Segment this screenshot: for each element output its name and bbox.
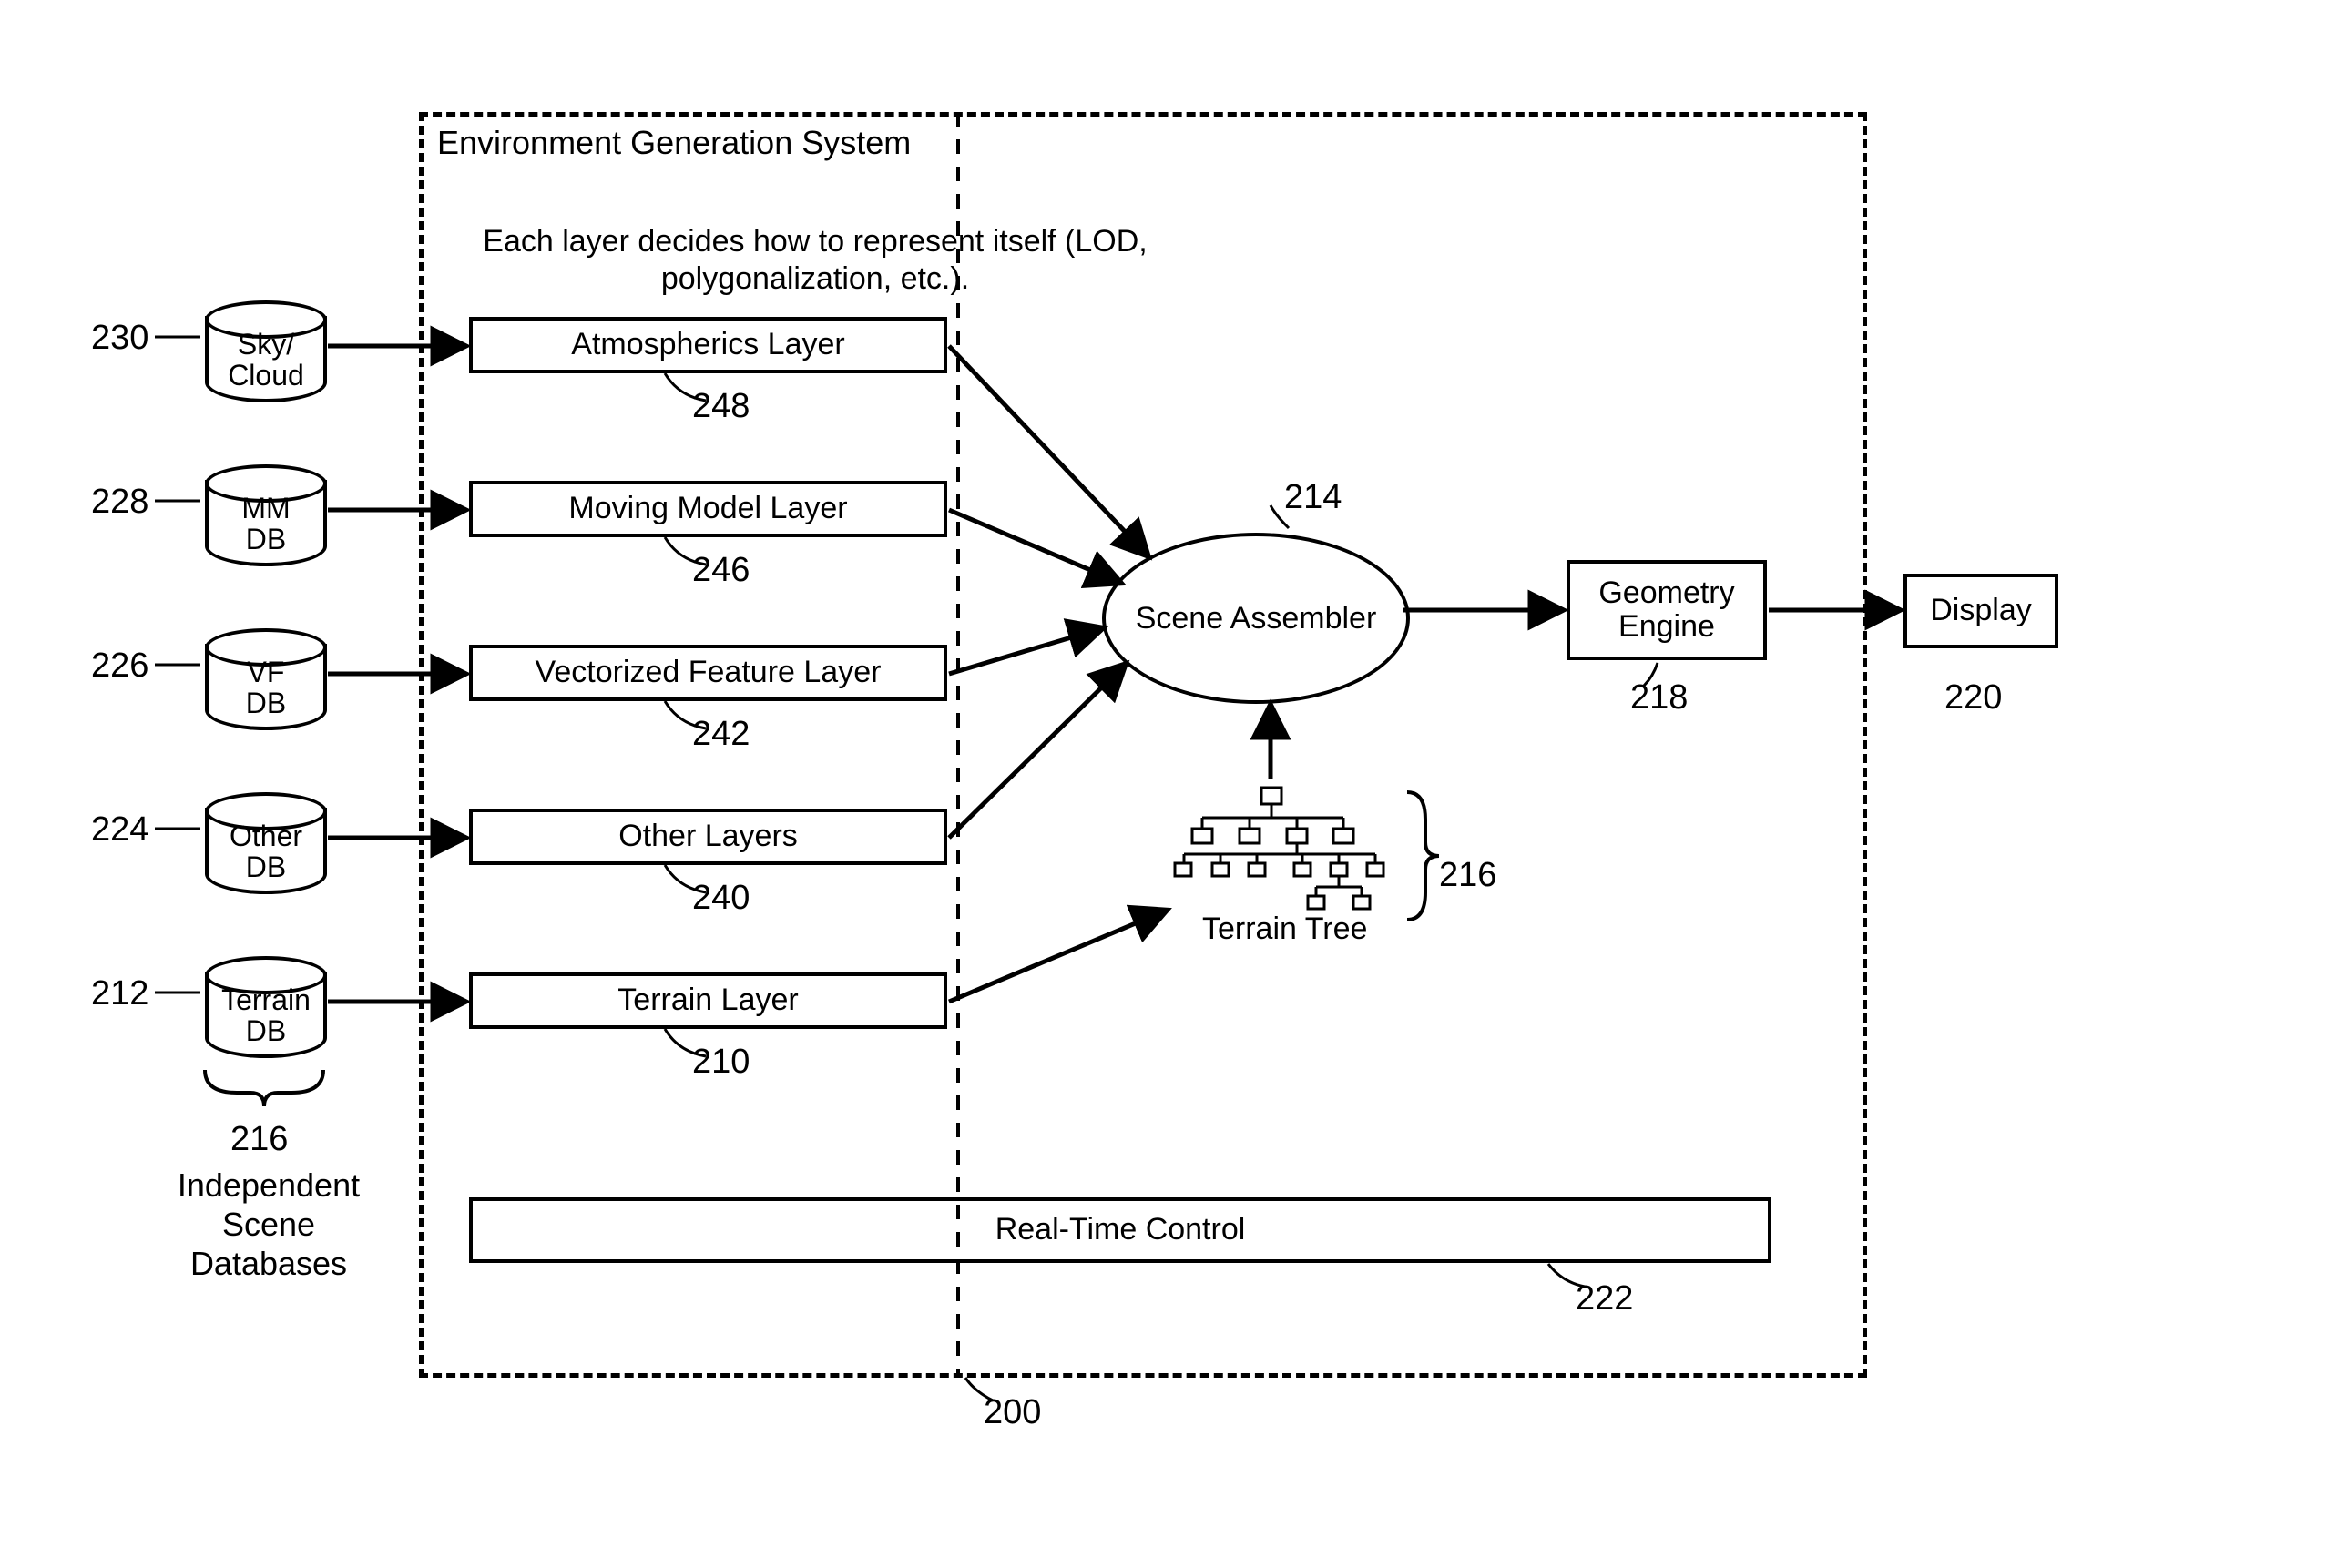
ref-214: 214: [1284, 478, 1342, 517]
db-other-label: Other DB: [205, 821, 327, 882]
ref-222: 222: [1576, 1279, 1633, 1319]
terrain-tree-label: Terrain Tree: [1202, 911, 1367, 948]
db-group-label: Independent Scene Databases: [146, 1166, 392, 1284]
ref-212: 212: [91, 974, 148, 1013]
layer-note: Each layer decides how to represent itse…: [483, 223, 1148, 298]
ref-200: 200: [984, 1393, 1041, 1432]
db-terrain-label: Terrain DB: [205, 985, 327, 1046]
ref-248: 248: [692, 387, 750, 426]
db-vf-label: VF DB: [205, 657, 327, 718]
ref-216-tree: 216: [1439, 856, 1496, 895]
scene-assembler: Scene Assembler: [1102, 533, 1410, 704]
layer-terrain: Terrain Layer: [469, 972, 947, 1029]
ref-226: 226: [91, 647, 148, 686]
ref-246: 246: [692, 551, 750, 590]
db-terrain: Terrain DB: [205, 956, 327, 1058]
layer-vectorized-feature: Vectorized Feature Layer: [469, 645, 947, 701]
layer-other: Other Layers: [469, 809, 947, 865]
ref-224: 224: [91, 810, 148, 850]
db-sky-cloud: Sky/ Cloud: [205, 300, 327, 402]
db-vf: VF DB: [205, 628, 327, 730]
ref-216-dbs: 216: [230, 1120, 288, 1159]
system-frame: [419, 112, 1867, 1378]
frame-title: Environment Generation System: [437, 123, 911, 162]
ref-210: 210: [692, 1043, 750, 1082]
display-box: Display: [1903, 574, 2058, 648]
db-other: Other DB: [205, 792, 327, 894]
db-mm-label: MM DB: [205, 494, 327, 555]
db-mm: MM DB: [205, 464, 327, 566]
ref-218: 218: [1630, 678, 1688, 718]
ref-228: 228: [91, 483, 148, 522]
geometry-engine: Geometry Engine: [1567, 560, 1767, 660]
ref-242: 242: [692, 715, 750, 754]
real-time-control: Real-Time Control: [469, 1197, 1771, 1263]
ref-230: 230: [91, 319, 148, 358]
db-sky-label: Sky/ Cloud: [205, 330, 327, 391]
layer-atmospherics: Atmospherics Layer: [469, 317, 947, 373]
ref-220: 220: [1944, 678, 2002, 718]
ref-240: 240: [692, 879, 750, 918]
layer-moving-model: Moving Model Layer: [469, 481, 947, 537]
